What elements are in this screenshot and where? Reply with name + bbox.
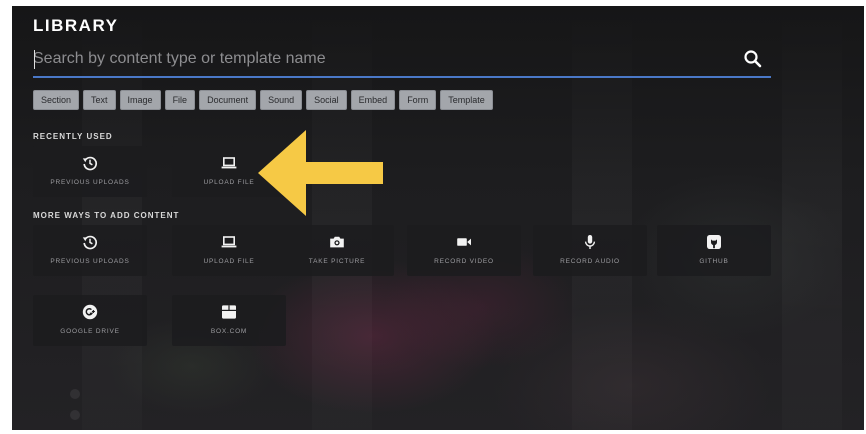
take-picture-button[interactable]: TAKE PICTURE [280,225,394,276]
upload-file-button[interactable]: UPLOAD FILE [172,225,286,276]
tile-label: GOOGLE DRIVE [60,328,120,335]
previous-uploads-button[interactable]: PREVIOUS UPLOADS [33,225,147,276]
tile-label: PREVIOUS UPLOADS [50,179,130,186]
filter-chip-text[interactable]: Text [83,90,116,110]
tile-label: RECORD AUDIO [560,258,620,265]
more-ways-heading: MORE WAYS TO ADD CONTENT [33,211,180,220]
filter-chip-sound[interactable]: Sound [260,90,303,110]
microphone-icon [582,234,598,250]
laptop-icon [221,234,237,250]
tile-label: RECORD VIDEO [434,258,494,265]
search-icon[interactable] [743,49,763,69]
tile-label: TAKE PICTURE [308,258,366,265]
record-audio-button[interactable]: RECORD AUDIO [533,225,647,276]
box-com-button[interactable]: BOX.COM [172,295,286,346]
recent-previous-uploads-button[interactable]: PREVIOUS UPLOADS [33,146,147,197]
search-input[interactable] [33,44,733,74]
library-title: LIBRARY [33,16,119,35]
pointer-arrow-icon [258,128,388,218]
laptop-icon [221,155,237,171]
filter-chip-social[interactable]: Social [306,90,347,110]
record-video-button[interactable]: RECORD VIDEO [407,225,521,276]
camera-icon [329,234,345,250]
video-camera-icon [456,234,472,250]
google-drive-icon [82,304,98,320]
history-icon [82,234,98,250]
filter-chip-document[interactable]: Document [199,90,257,110]
github-icon [706,234,722,250]
tile-label: GITHUB [699,258,729,265]
tile-label: PREVIOUS UPLOADS [50,258,130,265]
google-drive-button[interactable]: GOOGLE DRIVE [33,295,147,346]
filter-chip-image[interactable]: Image [119,90,161,110]
tile-label: UPLOAD FILE [203,258,255,265]
tile-label: BOX.COM [210,328,248,335]
library-panel: LIBRARY Section Text Image File Document… [12,6,864,430]
box-icon [221,304,237,320]
filter-chip-section[interactable]: Section [33,90,80,110]
filter-chip-form[interactable]: Form [399,90,437,110]
filter-chip-embed[interactable]: Embed [350,90,396,110]
history-icon [82,155,98,171]
search-bar [33,44,771,78]
github-button[interactable]: GITHUB [657,225,771,276]
filter-chip-file[interactable]: File [164,90,196,110]
text-caret [34,50,35,69]
filter-chips: Section Text Image File Document Sound S… [33,90,493,110]
recently-used-heading: RECENTLY USED [33,132,113,141]
filter-chip-template[interactable]: Template [440,90,493,110]
